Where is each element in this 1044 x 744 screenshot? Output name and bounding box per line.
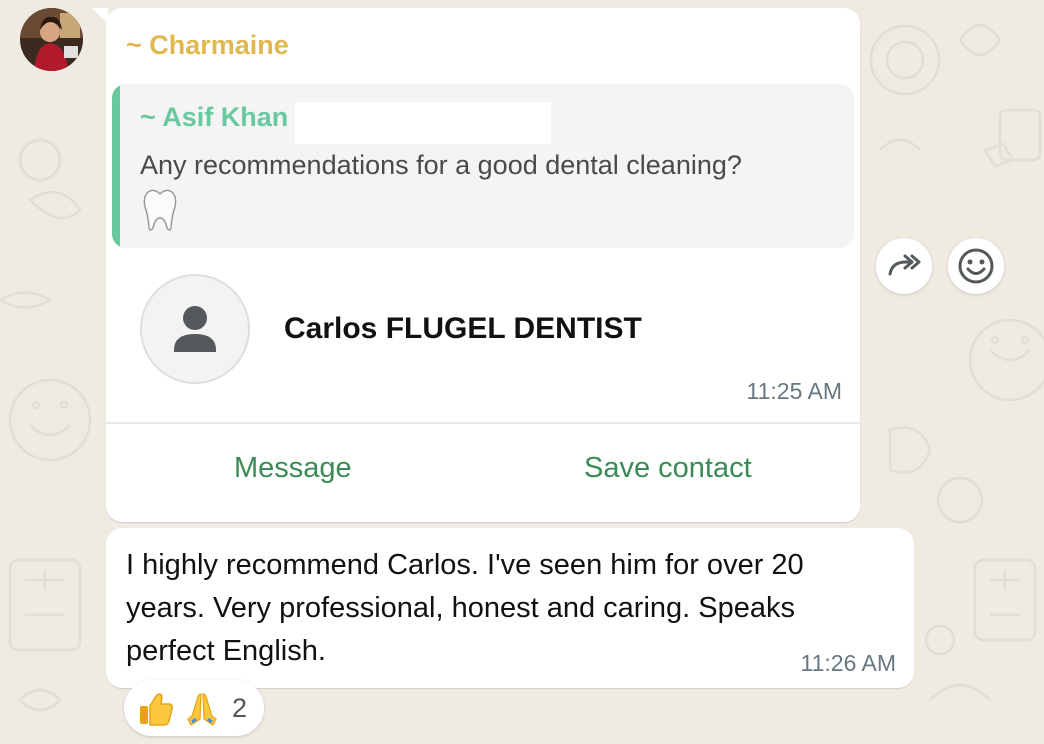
message-contact-button[interactable]: Message <box>234 452 352 485</box>
folded-hands-icon <box>187 693 217 726</box>
message-timestamp: 11:26 AM <box>800 650 896 676</box>
react-button[interactable] <box>948 238 1004 294</box>
message-text: I highly recommend Carlos. I've seen him… <box>126 549 804 667</box>
quoted-message[interactable]: ~ Asif Khan Any recommendations for a go… <box>112 84 854 248</box>
person-icon <box>174 306 216 352</box>
tooth-icon <box>143 189 177 231</box>
quote-accent-bar <box>112 84 120 248</box>
reaction-count: 2 <box>232 693 248 723</box>
contact-avatar[interactable] <box>140 274 250 384</box>
redacted-area <box>295 102 551 144</box>
sender-avatar-image <box>20 8 83 71</box>
sender-name[interactable]: ~ Charmaine <box>126 30 289 61</box>
message-timestamp: 11:25 AM <box>746 378 842 404</box>
save-contact-button[interactable]: Save contact <box>584 452 752 485</box>
forward-button[interactable] <box>876 238 932 294</box>
quoted-text: Any recommendations for a good dental cl… <box>140 150 742 180</box>
sender-avatar[interactable] <box>20 8 83 71</box>
forward-icon <box>888 254 921 276</box>
emoji-icon <box>958 248 994 284</box>
quoted-author: ~ Asif Khan <box>140 102 289 132</box>
contact-name[interactable]: Carlos FLUGEL DENTIST <box>284 312 642 346</box>
contact-message-bubble[interactable]: ~ Charmaine ~ Asif Khan Any recommendati… <box>106 8 860 522</box>
card-divider <box>106 422 860 424</box>
reactions-pill[interactable]: 2 <box>124 680 264 736</box>
thumbs-up-icon <box>140 693 173 726</box>
text-message-bubble[interactable]: I highly recommend Carlos. I've seen him… <box>106 528 914 688</box>
